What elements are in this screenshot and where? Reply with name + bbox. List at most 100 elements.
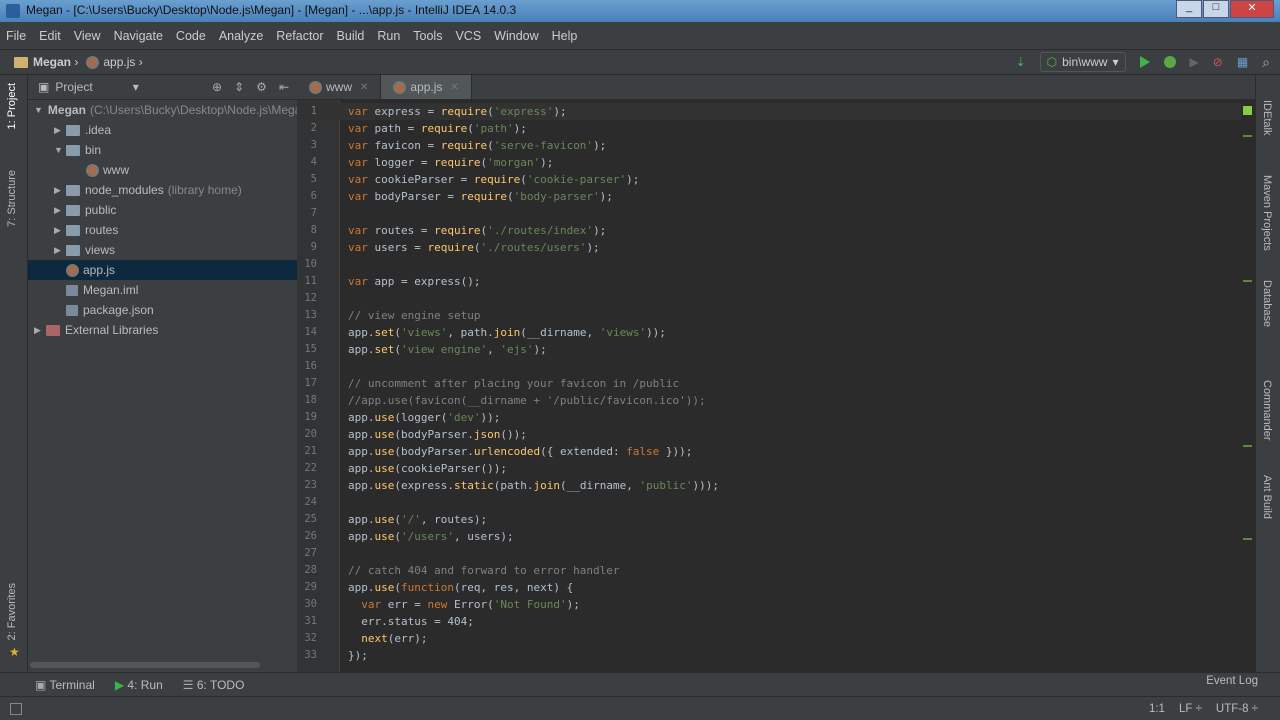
debug-button[interactable] [1163,56,1176,68]
tree-item[interactable]: ▶ views [28,240,297,260]
menu-refactor[interactable]: Refactor [276,29,323,49]
tree-item[interactable]: ▶ .idea [28,120,297,140]
code-line: 18 //app.use(favicon(__dirname + '/public… [297,392,1241,409]
line-number: 6 [310,190,317,202]
tool-run[interactable]: ▶ 4: Run [115,678,163,692]
code-text: }); [348,649,368,662]
menu-run[interactable]: Run [377,29,400,49]
toggle-tool-windows-icon[interactable] [10,702,22,715]
tree-item[interactable]: ▶ routes [28,220,297,240]
menu-file[interactable]: File [6,29,26,49]
menu-window[interactable]: Window [494,29,538,49]
tab-structure[interactable]: 7: Structure [6,170,18,227]
tree-item[interactable]: app.js [28,260,297,280]
line-number: 21 [304,445,317,457]
chevron-right-icon[interactable]: ▶ [54,125,66,136]
minimize-button[interactable]: _ [1176,0,1202,18]
code-text: var path = require('path'); [348,122,527,135]
menu-edit[interactable]: Edit [39,29,61,49]
tree-item[interactable]: www [28,160,297,180]
tab-commander[interactable]: Commander [1261,380,1273,441]
tree-item[interactable]: ▶ External Libraries [28,320,297,340]
tree-item[interactable]: ▼ bin [28,140,297,160]
menu-vcs[interactable]: VCS [455,29,481,49]
close-button[interactable]: ✕ [1230,0,1274,18]
breadcrumb-project[interactable]: Megan › [14,55,78,69]
event-log-button[interactable]: Event Log [1206,675,1258,687]
collapse-all-icon[interactable]: ⇕ [234,80,244,94]
code-line: 11 var app = express(); [297,273,1241,290]
chevron-right-icon[interactable]: ▶ [54,185,66,196]
maximize-button[interactable]: □ [1203,0,1229,18]
file-encoding[interactable]: UTF-8 ÷ [1216,703,1258,715]
chevron-down-icon[interactable]: ▼ [54,145,66,155]
coverage-button[interactable]: ▶ [1190,55,1199,69]
hide-panel-icon[interactable]: ⇤ [279,80,289,94]
code-line: 25 app.use('/', routes); [297,511,1241,528]
sort-icon[interactable]: ⇣ [1016,55,1026,69]
tree-item[interactable]: ▶ public [28,200,297,220]
close-icon[interactable]: ✕ [450,82,458,93]
tab-project[interactable]: 1: Project [6,83,18,129]
tab-maven-projects[interactable]: Maven Projects [1261,175,1273,251]
line-number: 31 [304,615,317,627]
tree-item[interactable]: ▶ node_modules (library home) [28,180,297,200]
tree-label: public [85,203,117,217]
search-icon[interactable]: ⌕ [1262,54,1270,71]
tree-label: node_modules [85,183,164,197]
menu-view[interactable]: View [74,29,101,49]
menu-analyze[interactable]: Analyze [219,29,263,49]
line-number: 15 [304,343,317,355]
line-number: 16 [304,360,317,372]
menu-code[interactable]: Code [176,29,206,49]
code-text: app.set('view engine', 'ejs'); [348,343,547,356]
tab-www[interactable]: www ✕ [297,75,382,99]
project-scrollbar[interactable] [28,660,297,670]
code-text: //app.use(favicon(__dirname + '/public/f… [348,394,706,407]
menu-navigate[interactable]: Navigate [114,29,163,49]
tree-label: app.js [83,263,116,277]
tab-ant-build[interactable]: Ant Build [1261,475,1273,519]
error-stripe[interactable] [1241,100,1255,672]
breadcrumb-file[interactable]: app.js › [86,55,143,69]
code-line: 24 [297,494,1241,511]
run-button[interactable] [1139,56,1150,68]
code-editor[interactable]: 1 var express = require('express'); 2 var p… [297,100,1255,672]
project-structure-button[interactable]: ▦ [1237,55,1248,69]
run-config-select[interactable]: ⬡ bin\www ▾ [1039,52,1126,72]
menu-tools[interactable]: Tools [413,29,442,49]
chevron-down-icon[interactable]: ▼ [34,105,43,115]
code-line: 19 app.use(logger('dev')); [297,409,1241,426]
nodejs-icon: ⬡ [1046,55,1058,69]
tree-item[interactable]: package.json [28,300,297,320]
tool-terminal[interactable]: ▣ Terminal [35,678,95,692]
gear-icon[interactable]: ⚙ [256,80,267,94]
scroll-from-source-icon[interactable]: ⊕ [212,80,222,94]
line-number: 33 [304,649,317,661]
chevron-right-icon[interactable]: ▶ [54,245,66,256]
tool-label: 6: TODO [196,677,245,692]
project-view-select[interactable]: Project [55,80,92,94]
tree-item[interactable]: ▼ Megan (C:\Users\Bucky\Desktop\Node.js\Me… [28,100,297,120]
tab-favorites[interactable]: 2: Favorites [6,583,18,640]
code-line: 32 next(err); [297,630,1241,647]
stop-button[interactable]: ⊘ [1213,55,1223,69]
chevron-right-icon[interactable]: ▶ [54,205,66,216]
js-file-icon [86,55,100,69]
tab-idetalk[interactable]: IDEtalk [1261,100,1273,135]
chevron-right-icon[interactable]: ▶ [34,325,46,336]
tab-database[interactable]: Database [1261,280,1273,327]
tree-item[interactable]: Megan.iml [28,280,297,300]
tab-label: www [326,80,352,94]
menu-build[interactable]: Build [337,29,365,49]
caret-position[interactable]: 1:1 [1149,703,1165,715]
chevron-down-icon[interactable]: ▾ [133,80,139,94]
tab-app-js[interactable]: app.js ✕ [381,75,472,99]
tree-label-bold: External Libraries [65,323,159,337]
terminal-icon: ▣ [35,677,50,692]
chevron-right-icon[interactable]: ▶ [54,225,66,236]
menu-help[interactable]: Help [552,29,578,49]
tool-todo[interactable]: ☰ 6: TODO [183,678,245,692]
close-icon[interactable]: ✕ [360,82,368,93]
line-separator[interactable]: LF ÷ [1179,703,1202,715]
